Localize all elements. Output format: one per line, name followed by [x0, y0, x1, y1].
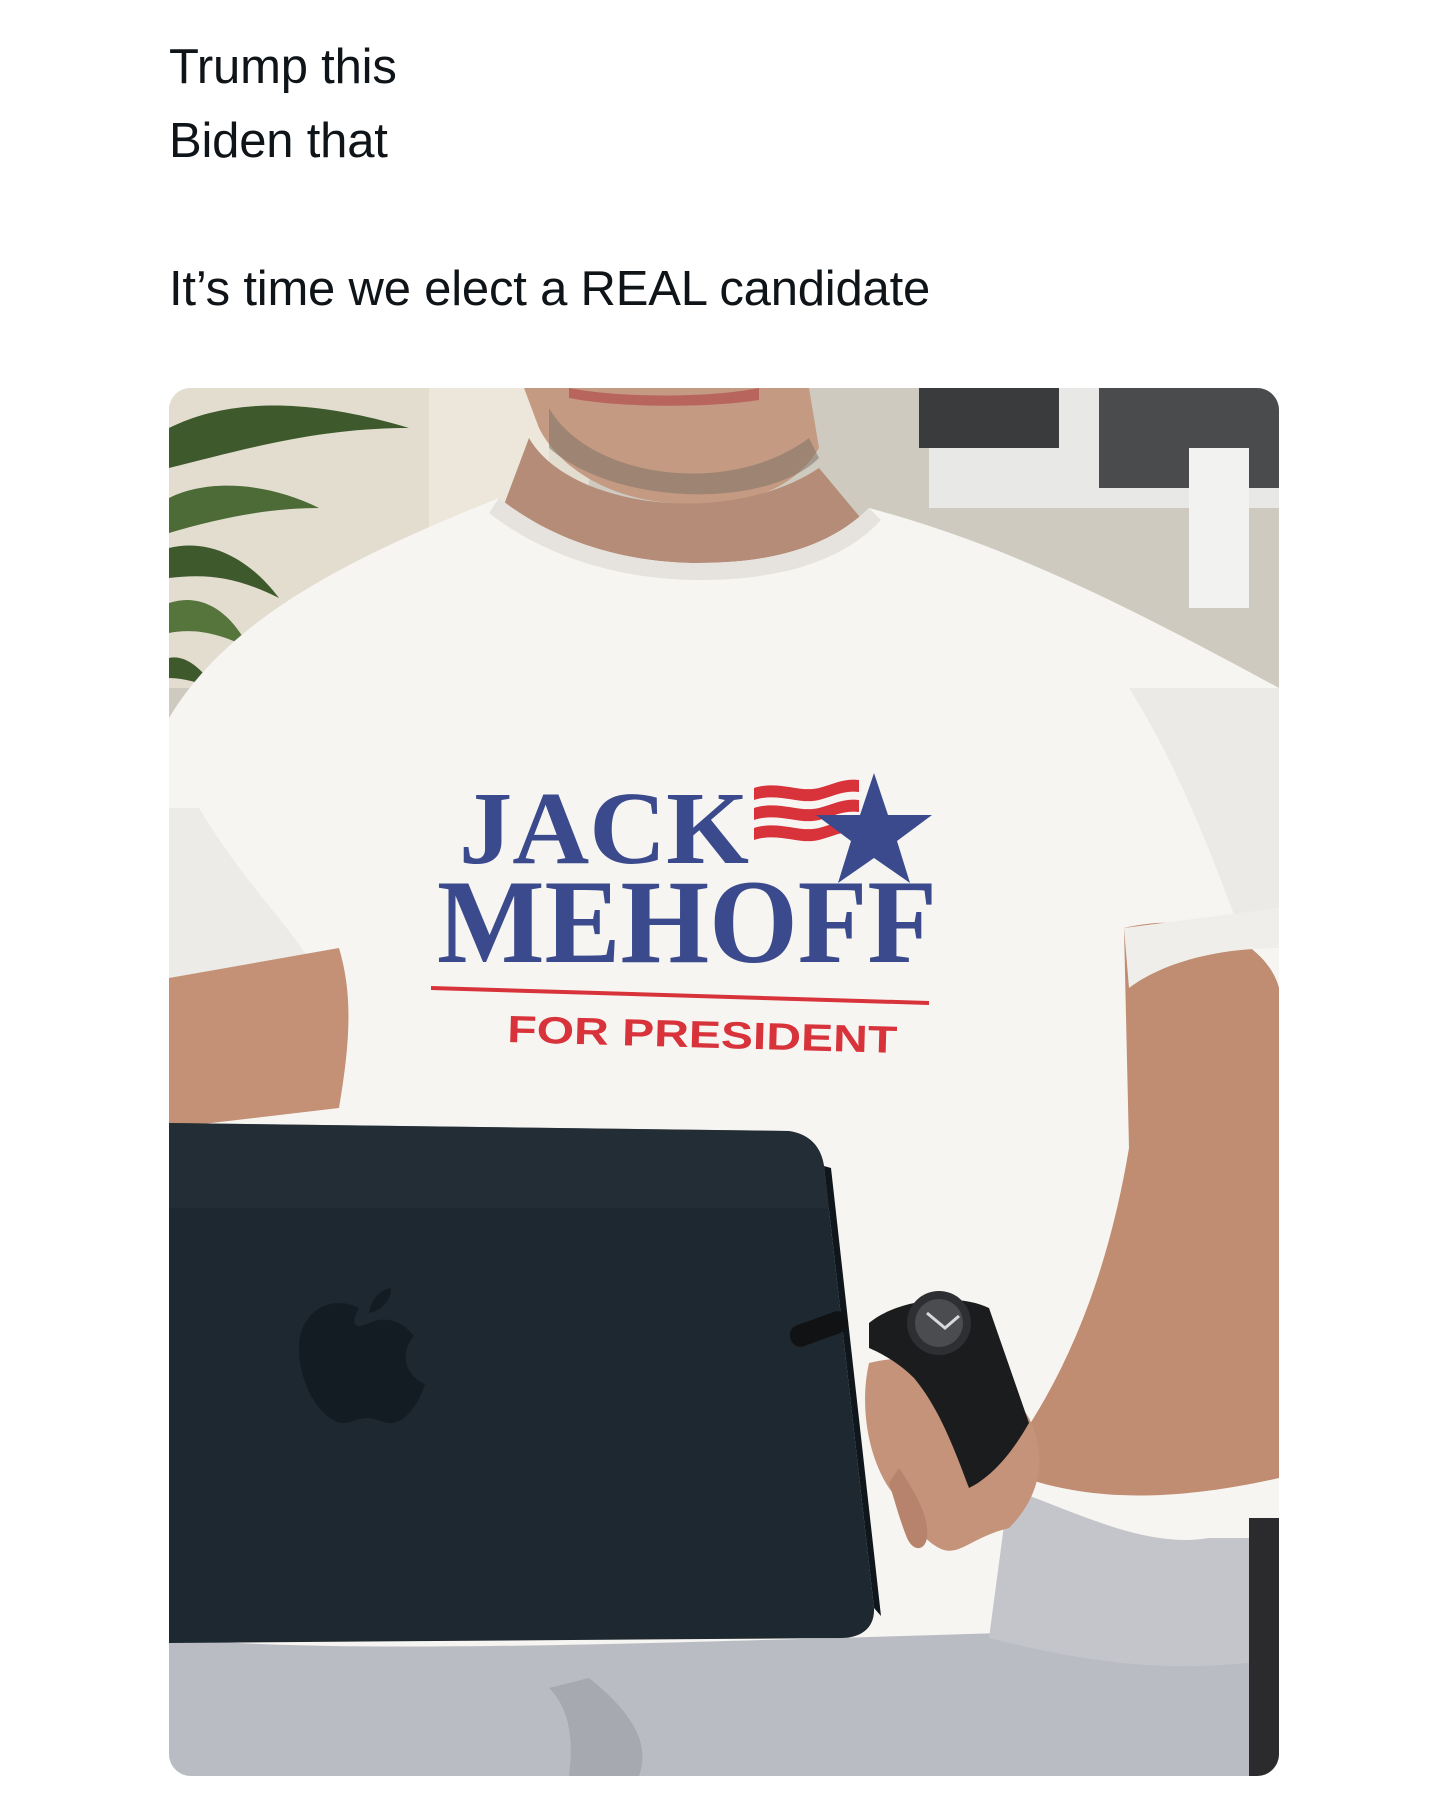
photo-illustration: JACK MEHOFF FOR PRESIDENT [169, 388, 1279, 1776]
post-text: Trump this Biden that It’s time we elect… [169, 30, 1269, 326]
post-text-line-2: Biden that [169, 114, 388, 168]
post-text-line-3: It’s time we elect a REAL candidate [169, 262, 931, 316]
post-text-line-1: Trump this [169, 40, 397, 94]
shirt-text-mehoff: MEHOFF [437, 855, 937, 988]
left-arm [169, 948, 349, 1128]
shirt-print: JACK MEHOFF FOR PRESIDENT [430, 771, 937, 1062]
post-page: Trump this Biden that It’s time we elect… [0, 0, 1440, 1800]
chair-edge [1249, 1518, 1279, 1776]
post-photo[interactable]: JACK MEHOFF FOR PRESIDENT [169, 388, 1279, 1776]
post-text-spacer [169, 178, 1269, 252]
